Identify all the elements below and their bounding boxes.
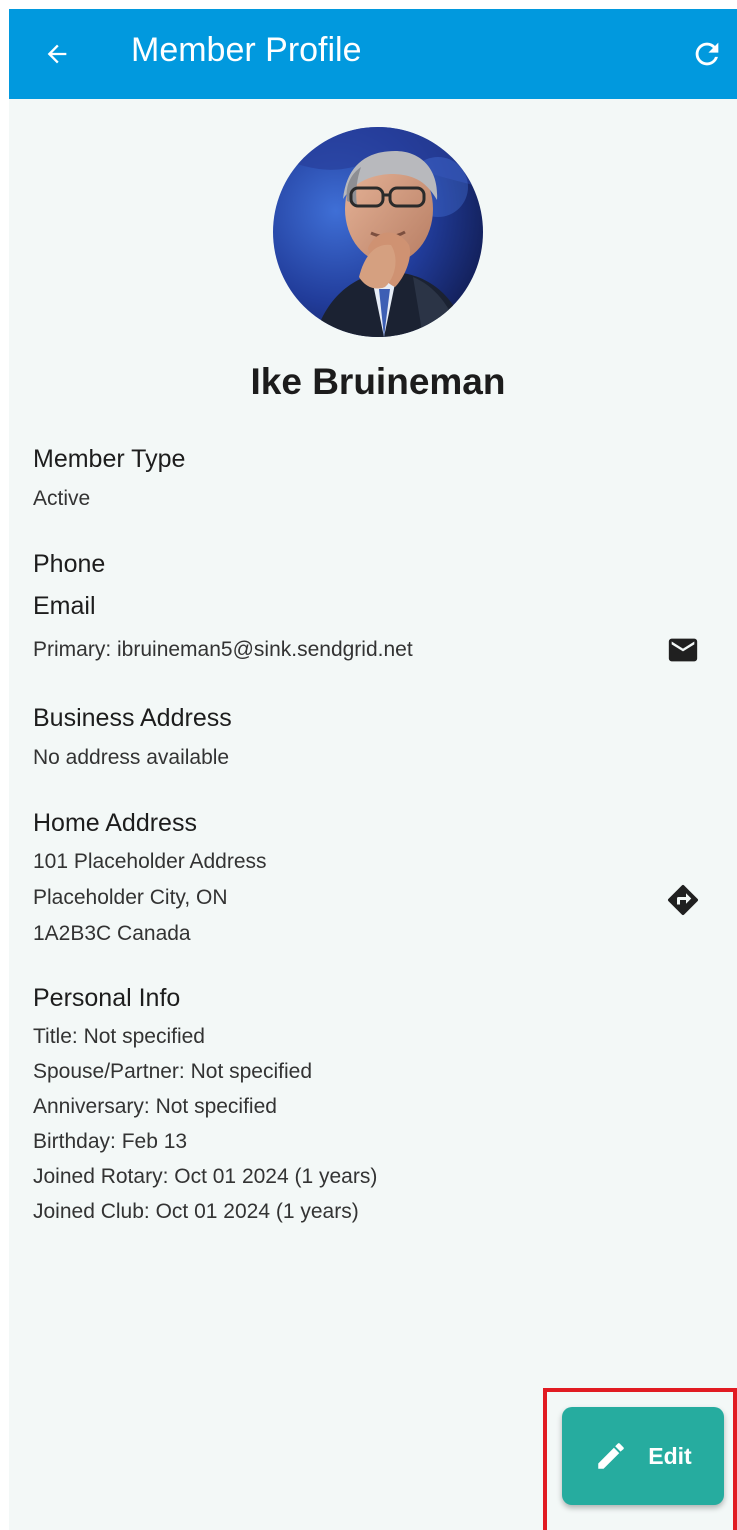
- refresh-button[interactable]: [683, 30, 731, 78]
- personal-info-label: Joined Club:: [33, 1200, 150, 1223]
- email-button[interactable]: [663, 630, 703, 670]
- member-name: Ike Bruineman: [250, 361, 506, 402]
- email-title: Email: [33, 592, 96, 620]
- avatar: [273, 127, 483, 337]
- personal-info-label: Birthday:: [33, 1130, 116, 1153]
- personal-info-label: Anniversary:: [33, 1095, 150, 1118]
- back-button[interactable]: [33, 30, 81, 78]
- business-address-title: Business Address: [33, 704, 232, 732]
- member-type-title: Member Type: [33, 445, 186, 473]
- member-photo: [273, 127, 483, 337]
- home-address-line-1: 101 Placeholder Address: [33, 850, 267, 873]
- personal-info-value: Oct 01 2024 (1 years): [155, 1200, 359, 1223]
- personal-info-value: Not specified: [83, 1025, 205, 1048]
- member-profile-screen: Member Profile Ike Bruineman Member Type…: [9, 9, 737, 1530]
- personal-info-title: Personal Info: [33, 984, 181, 1012]
- edit-button[interactable]: Edit: [562, 1407, 724, 1505]
- arrow-left-icon: [47, 44, 67, 64]
- personal-info-row: Title: Not specified: [33, 1024, 205, 1050]
- home-address-line-3: 1A2B3C Canada: [33, 922, 191, 945]
- personal-info-label: Title:: [33, 1025, 78, 1048]
- personal-info-value: Feb 13: [121, 1130, 188, 1153]
- pencil-icon: [598, 1443, 625, 1469]
- personal-info-row: Joined Club: Oct 01 2024 (1 years): [33, 1199, 359, 1225]
- personal-info-label: Joined Rotary:: [33, 1165, 169, 1188]
- directions-icon: [667, 884, 699, 916]
- business-address-value: No address available: [33, 746, 230, 769]
- refresh-icon: [695, 42, 719, 66]
- primary-email-row: Primary: ibruineman5@sink.sendgrid.net: [33, 637, 413, 663]
- primary-email-value: ibruineman5@sink.sendgrid.net: [117, 638, 413, 661]
- home-address-line-2: Placeholder City, ON: [33, 886, 228, 909]
- member-type-value: Active: [33, 487, 91, 510]
- mail-icon: [668, 638, 698, 662]
- personal-info-row: Joined Rotary: Oct 01 2024 (1 years): [33, 1164, 377, 1190]
- personal-info-row: Birthday: Feb 13: [33, 1129, 187, 1155]
- personal-info-label: Spouse/Partner:: [33, 1060, 185, 1083]
- personal-info-value: Not specified: [155, 1095, 277, 1118]
- personal-info-value: Oct 01 2024 (1 years): [174, 1165, 378, 1188]
- home-address-title: Home Address: [33, 809, 197, 837]
- personal-info-value: Not specified: [190, 1060, 313, 1083]
- primary-email-label: Primary:: [33, 638, 112, 661]
- edit-button-label: Edit: [648, 1443, 692, 1469]
- personal-info-row: Anniversary: Not specified: [33, 1094, 277, 1120]
- phone-title: Phone: [33, 550, 106, 578]
- app-bar: Member Profile: [9, 9, 737, 99]
- page-title: Member Profile: [131, 31, 362, 69]
- personal-info-row: Spouse/Partner: Not specified: [33, 1059, 312, 1085]
- directions-button[interactable]: [663, 880, 703, 920]
